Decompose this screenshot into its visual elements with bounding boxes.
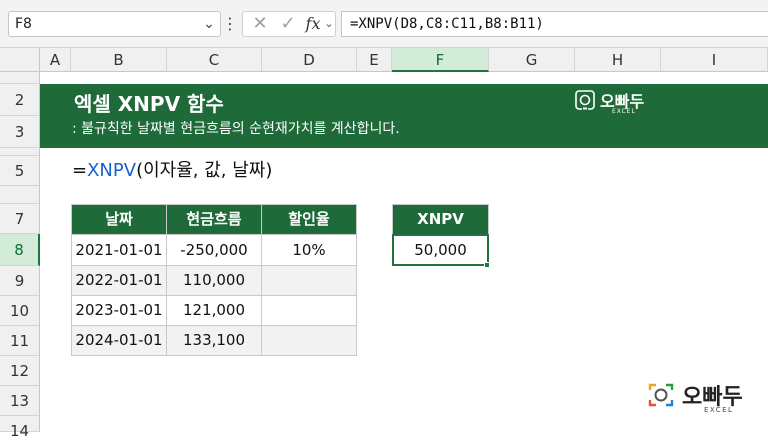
table-header-rate: 할인율	[261, 204, 357, 235]
brand-logo-icon	[575, 90, 595, 110]
row-header-1-collapsed[interactable]	[0, 72, 40, 84]
syntax-prefix: =	[72, 160, 88, 181]
page-title: 엑셀 XNPV 함수	[74, 92, 224, 116]
function-syntax: =XNPV(이자율, 값, 날짜)	[72, 156, 272, 182]
column-header-c[interactable]: C	[167, 48, 262, 72]
chevron-down-icon[interactable]: ⌄	[198, 11, 220, 37]
column-header-d[interactable]: D	[262, 48, 357, 72]
row-header-10[interactable]: 10	[0, 296, 40, 326]
more-options-icon[interactable]: ⋮	[222, 11, 238, 37]
table-cell-rate[interactable]	[261, 265, 357, 296]
result-header-xnpv: XNPV	[392, 204, 489, 235]
brand-logo: 오빠두 EXCEL	[574, 85, 654, 115]
column-header-i[interactable]: I	[661, 48, 768, 72]
row-header-13[interactable]: 13	[0, 386, 40, 416]
syntax-arguments: (이자율, 값, 날짜)	[136, 160, 273, 181]
row-header-9[interactable]: 9	[0, 266, 40, 296]
table-cell-cashflow[interactable]: 133,100	[166, 325, 262, 356]
brand-logo-icon	[648, 383, 674, 407]
brand-subname: EXCEL	[612, 108, 636, 115]
row-header-4[interactable]: 4	[0, 148, 40, 156]
result-cell-xnpv[interactable]: 50,000	[392, 234, 489, 266]
row-header-12[interactable]: 12	[0, 356, 40, 386]
brand-subname: EXCEL	[704, 406, 734, 414]
insert-function-button[interactable]: fx	[302, 11, 324, 37]
row-header-5[interactable]: 5	[0, 156, 40, 186]
row-header-11[interactable]: 11	[0, 326, 40, 356]
table-header-date: 날짜	[71, 204, 167, 235]
row-header-8[interactable]: 8	[0, 234, 40, 266]
select-all-corner[interactable]	[0, 48, 40, 72]
row-header-7[interactable]: 7	[0, 204, 40, 234]
enter-check-icon[interactable]: ✓	[276, 11, 300, 37]
fill-handle[interactable]	[484, 262, 490, 268]
column-header-g[interactable]: G	[489, 48, 575, 72]
row-header-2[interactable]: 2	[0, 84, 40, 116]
column-header-f[interactable]: F	[392, 48, 489, 72]
syntax-function-name: XNPV	[87, 160, 137, 181]
table-cell-date[interactable]: 2023-01-01	[71, 295, 167, 326]
column-header-b[interactable]: B	[71, 48, 167, 72]
table-cell-date[interactable]: 2024-01-01	[71, 325, 167, 356]
table-cell-rate[interactable]	[261, 295, 357, 326]
cancel-icon[interactable]: ✕	[248, 11, 272, 37]
column-header-a[interactable]: A	[40, 48, 71, 72]
column-header-e[interactable]: E	[357, 48, 392, 72]
row-header-3[interactable]: 3	[0, 116, 40, 148]
table-header-cashflow: 현금흐름	[166, 204, 262, 235]
name-box[interactable]: F8	[8, 11, 221, 37]
table-cell-date[interactable]: 2021-01-01	[71, 234, 167, 266]
page-subtitle: : 불규칙한 날짜별 현금흐름의 순현재가치를 계산합니다.	[72, 121, 400, 137]
formula-input[interactable]: =XNPV(D8,C8:C11,B8:B11)	[341, 11, 768, 37]
row-header-6[interactable]: 6	[0, 186, 40, 204]
table-cell-cashflow[interactable]: -250,000	[166, 234, 262, 266]
brand-logo-bottom: 오빠두 EXCEL	[646, 376, 756, 416]
chevron-down-icon[interactable]: ⌄	[322, 11, 336, 37]
column-header-h[interactable]: H	[575, 48, 661, 72]
table-cell-rate[interactable]: 10%	[261, 234, 357, 266]
table-cell-date[interactable]: 2022-01-01	[71, 265, 167, 296]
table-cell-cashflow[interactable]: 110,000	[166, 265, 262, 296]
table-cell-rate[interactable]	[261, 325, 357, 356]
table-cell-cashflow[interactable]: 121,000	[166, 295, 262, 326]
row-header-14[interactable]: 14	[0, 416, 40, 440]
